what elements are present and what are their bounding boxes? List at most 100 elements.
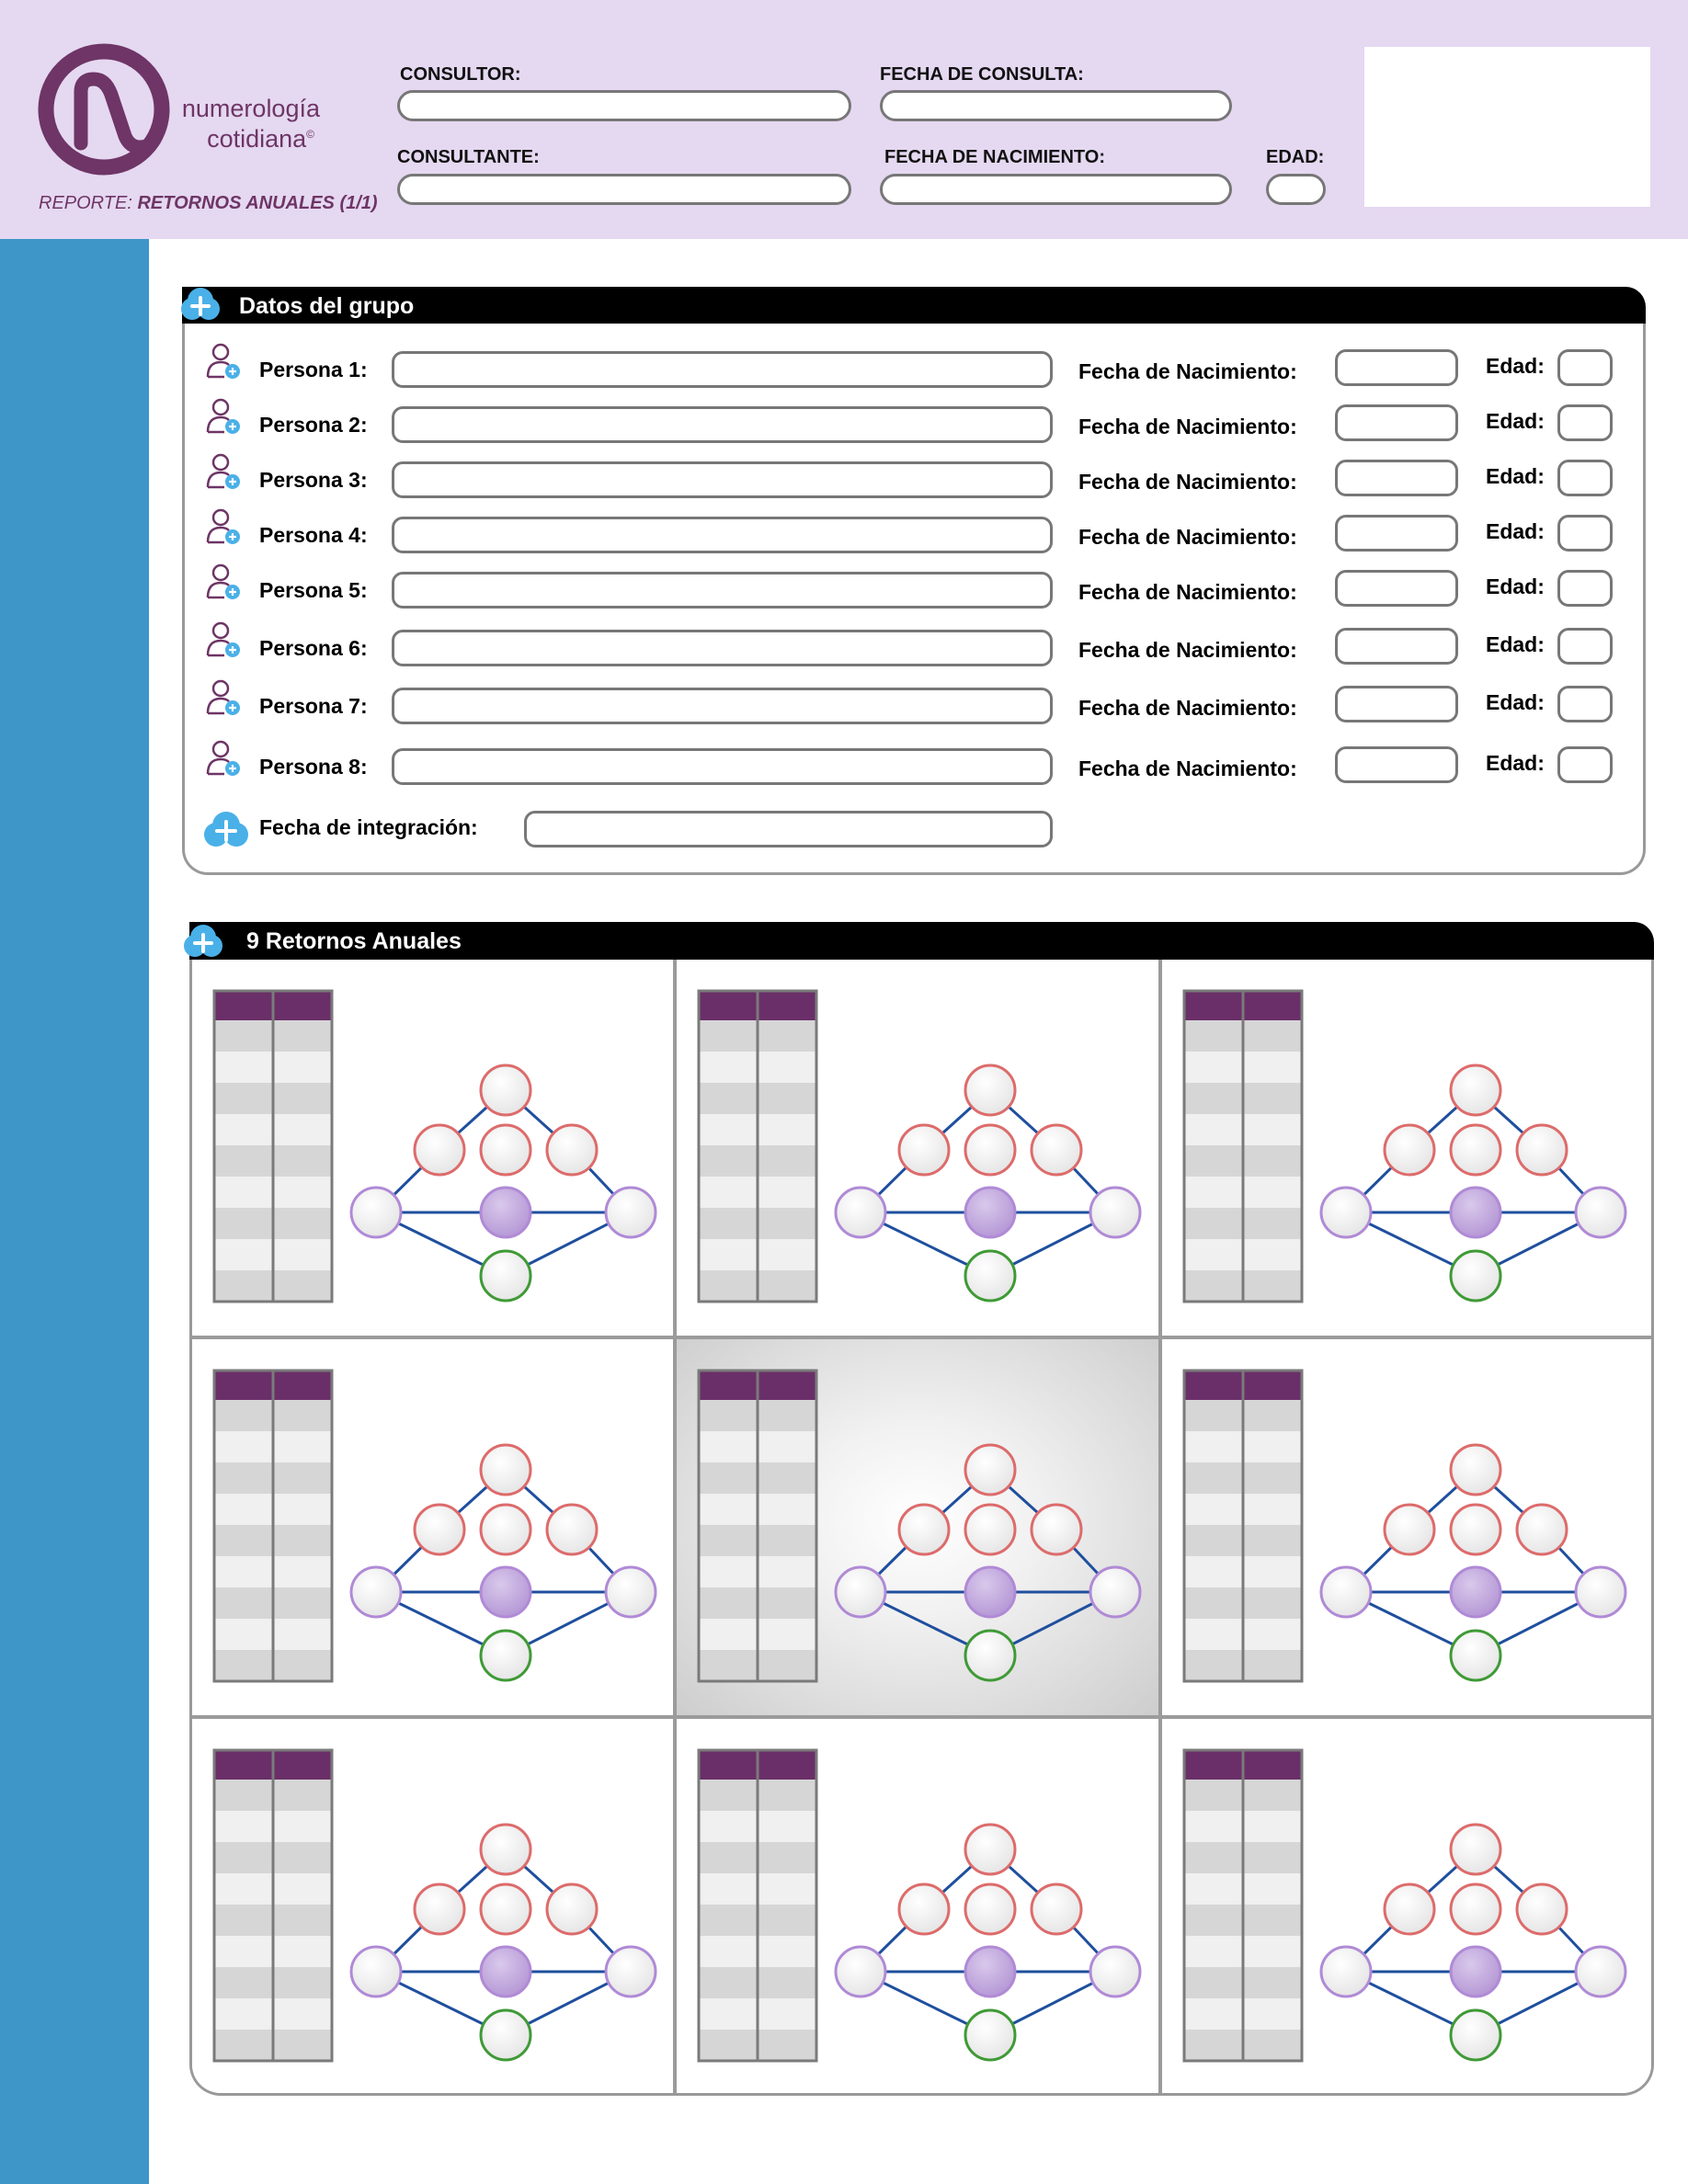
table-cell[interactable]: [273, 1239, 332, 1270]
right-node[interactable]: [1089, 1945, 1142, 1998]
age-field[interactable]: [1557, 404, 1613, 441]
table-cell[interactable]: [699, 1431, 758, 1462]
fecha-nacimiento-field[interactable]: [880, 174, 1232, 205]
age-field[interactable]: [1557, 628, 1613, 665]
table-cell[interactable]: [273, 1020, 332, 1052]
table-cell[interactable]: [1184, 1145, 1243, 1177]
table-cell[interactable]: [758, 1083, 816, 1114]
table-cell[interactable]: [1184, 1619, 1243, 1650]
table-cell[interactable]: [758, 1873, 816, 1905]
table-cell[interactable]: [1243, 1114, 1302, 1145]
person-name-field[interactable]: [392, 517, 1053, 553]
table-cell[interactable]: [1184, 2030, 1243, 2061]
birth-date-field[interactable]: [1335, 460, 1458, 496]
table-cell[interactable]: [699, 1905, 758, 1936]
integration-date-field[interactable]: [524, 811, 1053, 847]
table-cell[interactable]: [758, 1905, 816, 1936]
center-node[interactable]: [1449, 1945, 1502, 1998]
age-field[interactable]: [1557, 746, 1613, 783]
mid-right-node[interactable]: [1030, 1883, 1083, 1936]
table-cell[interactable]: [1184, 1967, 1243, 1998]
table-cell[interactable]: [1243, 1083, 1302, 1114]
table-cell[interactable]: [1243, 1208, 1302, 1239]
consultor-field[interactable]: [397, 90, 851, 121]
table-cell[interactable]: [1243, 1400, 1302, 1431]
person-name-field[interactable]: [392, 461, 1053, 498]
bottom-node[interactable]: [479, 2008, 532, 2062]
person-name-field[interactable]: [392, 406, 1053, 443]
table-cell[interactable]: [699, 1998, 758, 2030]
table-cell[interactable]: [214, 1239, 273, 1270]
person-name-field[interactable]: [392, 630, 1053, 666]
table-cell[interactable]: [699, 1177, 758, 1208]
table-cell[interactable]: [699, 1494, 758, 1525]
table-cell[interactable]: [758, 1967, 816, 1998]
mid-right-node[interactable]: [1515, 1883, 1568, 1936]
table-cell[interactable]: [214, 1431, 273, 1462]
table-cell[interactable]: [214, 1208, 273, 1239]
table-cell[interactable]: [758, 1650, 816, 1681]
table-cell[interactable]: [1243, 1967, 1302, 1998]
table-cell[interactable]: [1184, 1239, 1243, 1270]
age-field[interactable]: [1557, 460, 1613, 496]
table-cell[interactable]: [1184, 1431, 1243, 1462]
table-cell[interactable]: [1243, 1587, 1302, 1619]
right-node[interactable]: [1089, 1186, 1142, 1239]
center-node[interactable]: [964, 1945, 1017, 1998]
mid-right-node[interactable]: [1515, 1503, 1568, 1556]
table-cell[interactable]: [273, 1842, 332, 1873]
table-cell[interactable]: [1184, 1270, 1243, 1302]
table-cell[interactable]: [699, 1400, 758, 1431]
table-cell[interactable]: [214, 1400, 273, 1431]
table-cell[interactable]: [699, 1525, 758, 1556]
table-cell[interactable]: [699, 1873, 758, 1905]
table-cell[interactable]: [1243, 1998, 1302, 2030]
table-cell[interactable]: [1243, 1239, 1302, 1270]
table-cell[interactable]: [1243, 1052, 1302, 1083]
table-cell[interactable]: [1184, 1052, 1243, 1083]
left-node[interactable]: [349, 1186, 403, 1239]
edad-field[interactable]: [1266, 174, 1326, 205]
table-cell[interactable]: [273, 1873, 332, 1905]
table-cell[interactable]: [699, 1083, 758, 1114]
person-name-field[interactable]: [392, 748, 1053, 785]
table-cell[interactable]: [1184, 1525, 1243, 1556]
table-cell[interactable]: [1184, 1780, 1243, 1811]
table-cell[interactable]: [1243, 1811, 1302, 1842]
table-cell[interactable]: [1243, 1905, 1302, 1936]
table-cell[interactable]: [1184, 1998, 1243, 2030]
mid-left-node[interactable]: [897, 1883, 951, 1936]
table-cell[interactable]: [758, 1780, 816, 1811]
right-node[interactable]: [1574, 1186, 1627, 1239]
table-cell[interactable]: [1243, 1431, 1302, 1462]
table-cell[interactable]: [214, 2030, 273, 2061]
table-cell[interactable]: [1184, 1587, 1243, 1619]
bottom-node[interactable]: [479, 1629, 532, 1682]
table-cell[interactable]: [214, 1873, 273, 1905]
birth-date-field[interactable]: [1335, 628, 1458, 665]
table-cell[interactable]: [273, 1494, 332, 1525]
table-cell[interactable]: [273, 1967, 332, 1998]
consultante-field[interactable]: [397, 174, 851, 205]
right-node[interactable]: [1089, 1565, 1142, 1619]
photo-box[interactable]: [1364, 47, 1650, 207]
table-cell[interactable]: [1184, 1462, 1243, 1494]
table-cell[interactable]: [273, 1177, 332, 1208]
table-cell[interactable]: [699, 1114, 758, 1145]
right-node[interactable]: [604, 1186, 657, 1239]
table-cell[interactable]: [1184, 1177, 1243, 1208]
table-cell[interactable]: [758, 1020, 816, 1052]
table-cell[interactable]: [214, 1145, 273, 1177]
table-cell[interactable]: [1243, 1270, 1302, 1302]
right-node[interactable]: [604, 1565, 657, 1619]
table-cell[interactable]: [1243, 1020, 1302, 1052]
table-cell[interactable]: [214, 1556, 273, 1587]
table-cell[interactable]: [1184, 1556, 1243, 1587]
table-cell[interactable]: [214, 1842, 273, 1873]
table-cell[interactable]: [1184, 1114, 1243, 1145]
table-cell[interactable]: [758, 1936, 816, 1967]
table-cell[interactable]: [273, 1208, 332, 1239]
table-cell[interactable]: [699, 1145, 758, 1177]
table-cell[interactable]: [699, 1650, 758, 1681]
table-cell[interactable]: [1184, 1811, 1243, 1842]
